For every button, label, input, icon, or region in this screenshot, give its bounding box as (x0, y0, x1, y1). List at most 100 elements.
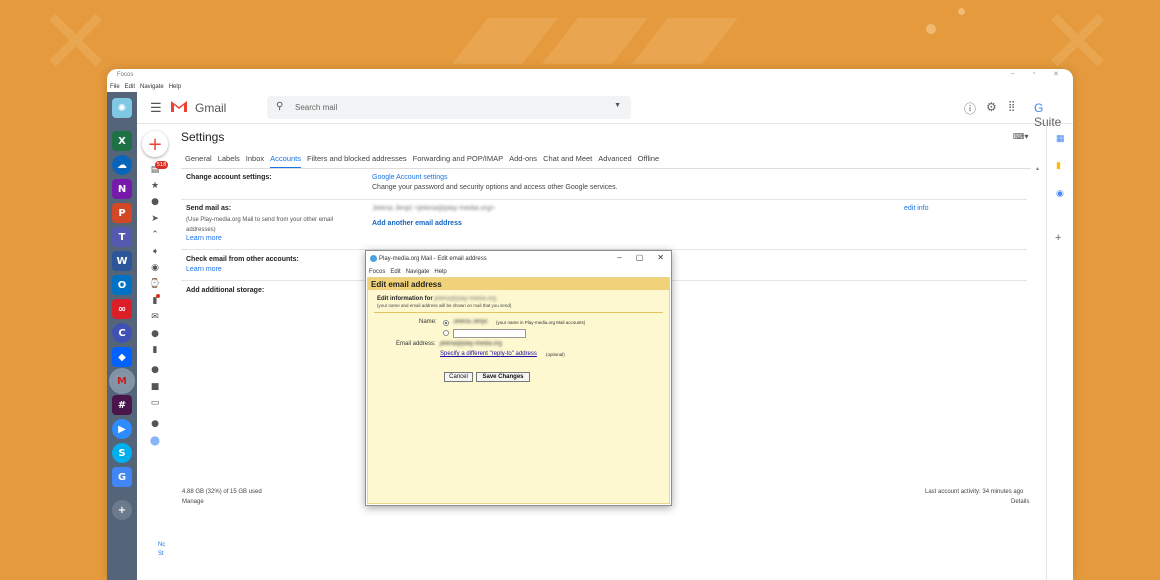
scheduled-icon[interactable]: ⌚ (149, 278, 160, 291)
inbox-count-badge: 518 (154, 161, 169, 169)
dialog-menu-focos[interactable]: Focos (369, 269, 385, 275)
main-menu-icon[interactable]: ☰ (150, 100, 162, 116)
name-radio-custom[interactable] (443, 330, 449, 336)
dialog-maximize-icon[interactable]: ▢ (636, 253, 644, 262)
google-icon[interactable]: G (112, 467, 132, 487)
background-chevron-decoration (632, 18, 738, 64)
trash-icon[interactable]: ▮ (153, 343, 158, 356)
dialog-minimize-icon[interactable]: – (617, 253, 621, 262)
edit-info-link[interactable]: edit info (904, 205, 929, 212)
chats-icon[interactable]: ◉ (151, 261, 159, 274)
storage-used: 4.88 GB (32%) of 15 GB used (182, 489, 262, 495)
help-icon[interactable]: ⓘ (964, 100, 976, 117)
activity-details-link[interactable]: Details (1011, 499, 1029, 505)
manage-storage-link[interactable]: Manage (182, 499, 204, 505)
hangouts-icon[interactable]: ● (151, 364, 159, 377)
inbox-icon[interactable]: ▤ 518 (151, 161, 169, 176)
tab-advanced[interactable]: Advanced (598, 154, 631, 169)
get-addons-icon[interactable]: + (1055, 232, 1061, 244)
name-radio-default[interactable] (443, 320, 449, 326)
dialog-section-email: jelena@play-media.org (434, 296, 497, 302)
minimize-icon[interactable]: – (1011, 70, 1015, 78)
focos-logo-icon[interactable]: ✺ (112, 98, 132, 118)
nav-footer-link[interactable]: Nc (158, 542, 165, 548)
compose-button[interactable]: + (142, 131, 168, 157)
nav-footer-link-2[interactable]: St (158, 551, 164, 557)
maximize-icon[interactable]: ▫ (1033, 70, 1035, 78)
zoom-icon[interactable]: ▶ (112, 419, 132, 439)
calendar-icon[interactable]: ▦ (1056, 133, 1065, 144)
menu-help[interactable]: Help (169, 84, 181, 90)
onenote-icon[interactable]: N (112, 179, 132, 199)
google-account-settings-link[interactable]: Google Account settings (372, 174, 448, 181)
tab-inbox[interactable]: Inbox (246, 154, 264, 169)
add-another-email-link[interactable]: Add another email address (372, 220, 462, 227)
check-email-learn-more-link[interactable]: Learn more (186, 266, 222, 273)
additional-storage-label: Add additional storage: (186, 287, 265, 294)
scrollbar[interactable]: ▲ (1035, 166, 1043, 580)
email-value: jelena@play-media.org (440, 341, 502, 347)
close-icon[interactable]: ✕ (1053, 70, 1059, 78)
gmail-logo-icon (171, 101, 187, 112)
word-icon[interactable]: W (112, 251, 132, 271)
onedrive-icon[interactable]: ☁ (112, 155, 132, 175)
powerpoint-icon[interactable]: P (112, 203, 132, 223)
teams-icon[interactable]: T (112, 227, 132, 247)
slack-icon[interactable]: # (112, 395, 132, 415)
tab-forwarding[interactable]: Forwarding and POP/IMAP (413, 154, 503, 169)
creative-cloud-icon[interactable]: ∞ (112, 299, 132, 319)
keyboard-icon[interactable]: ▭ (151, 396, 160, 409)
custom-name-input[interactable] (453, 329, 526, 338)
tasks-icon[interactable]: ◉ (1056, 188, 1064, 199)
drafts-icon[interactable]: ▮ (153, 294, 161, 307)
tab-labels[interactable]: Labels (218, 154, 240, 169)
excel-icon[interactable]: X (112, 131, 132, 151)
tab-offline[interactable]: Offline (638, 154, 660, 169)
tab-chat-meet[interactable]: Chat and Meet (543, 154, 592, 169)
dialog-menu-help[interactable]: Help (434, 269, 446, 275)
menu-navigate[interactable]: Navigate (140, 84, 164, 90)
dialog-close-icon[interactable]: ✕ (657, 253, 664, 262)
video-icon[interactable]: ■ (151, 380, 160, 393)
gmail-app-icon[interactable]: M (109, 368, 135, 394)
save-changes-button[interactable]: Save Changes (476, 372, 530, 382)
gsuite-logo-g: G (1034, 101, 1044, 115)
contact-avatar-icon[interactable]: ● (150, 433, 160, 447)
menu-file[interactable]: File (110, 84, 120, 90)
search-icon[interactable]: ⚲ (276, 101, 283, 112)
skype-icon[interactable]: S (112, 443, 132, 463)
search-input[interactable]: Search mail (295, 103, 337, 112)
cancel-button[interactable]: Cancel (444, 372, 473, 382)
scroll-up-icon[interactable]: ▲ (1035, 166, 1040, 172)
sent-icon[interactable]: ➤ (151, 212, 159, 225)
reply-to-link[interactable]: Specify a different "reply-to" address (440, 351, 537, 357)
all-mail-icon[interactable]: ✉ (151, 311, 159, 324)
important-icon[interactable]: ➧ (151, 245, 159, 258)
tab-filters[interactable]: Filters and blocked addresses (307, 154, 407, 169)
search-bar[interactable]: ⚲ Search mail ▼ (267, 96, 631, 119)
background-dot-decoration (926, 24, 936, 34)
dialog-menu-edit[interactable]: Edit (390, 269, 400, 275)
snoozed-icon[interactable]: ● (151, 196, 159, 209)
tab-addons[interactable]: Add-ons (509, 154, 537, 169)
tab-accounts[interactable]: Accounts (270, 154, 302, 169)
collapse-icon[interactable]: ⌃ (151, 229, 159, 242)
send-mail-learn-more-link[interactable]: Learn more (186, 235, 222, 242)
tab-general[interactable]: General (185, 154, 212, 169)
dropbox-icon[interactable]: ◆ (112, 347, 132, 367)
dialog-menu-navigate[interactable]: Navigate (406, 269, 430, 275)
add-app-icon[interactable]: + (112, 500, 132, 520)
outlook-icon[interactable]: O (112, 275, 132, 295)
search-options-icon[interactable]: ▼ (614, 102, 621, 109)
side-panel: ▦ ▮ ◉ + (1046, 124, 1073, 580)
app-c-icon[interactable]: C (112, 323, 132, 343)
starred-icon[interactable]: ★ (151, 179, 159, 192)
gear-icon[interactable]: ⚙ (986, 100, 997, 114)
dialog-heading: Edit email address (368, 278, 669, 290)
apps-grid-icon[interactable]: ⣿ (1008, 101, 1015, 112)
spam-icon[interactable]: ● (151, 327, 159, 340)
menu-edit[interactable]: Edit (125, 84, 135, 90)
chat-status-icon[interactable]: ● (151, 417, 159, 430)
keep-icon[interactable]: ▮ (1056, 160, 1061, 171)
input-tools-icon[interactable]: ⌨▾ (1013, 132, 1029, 141)
